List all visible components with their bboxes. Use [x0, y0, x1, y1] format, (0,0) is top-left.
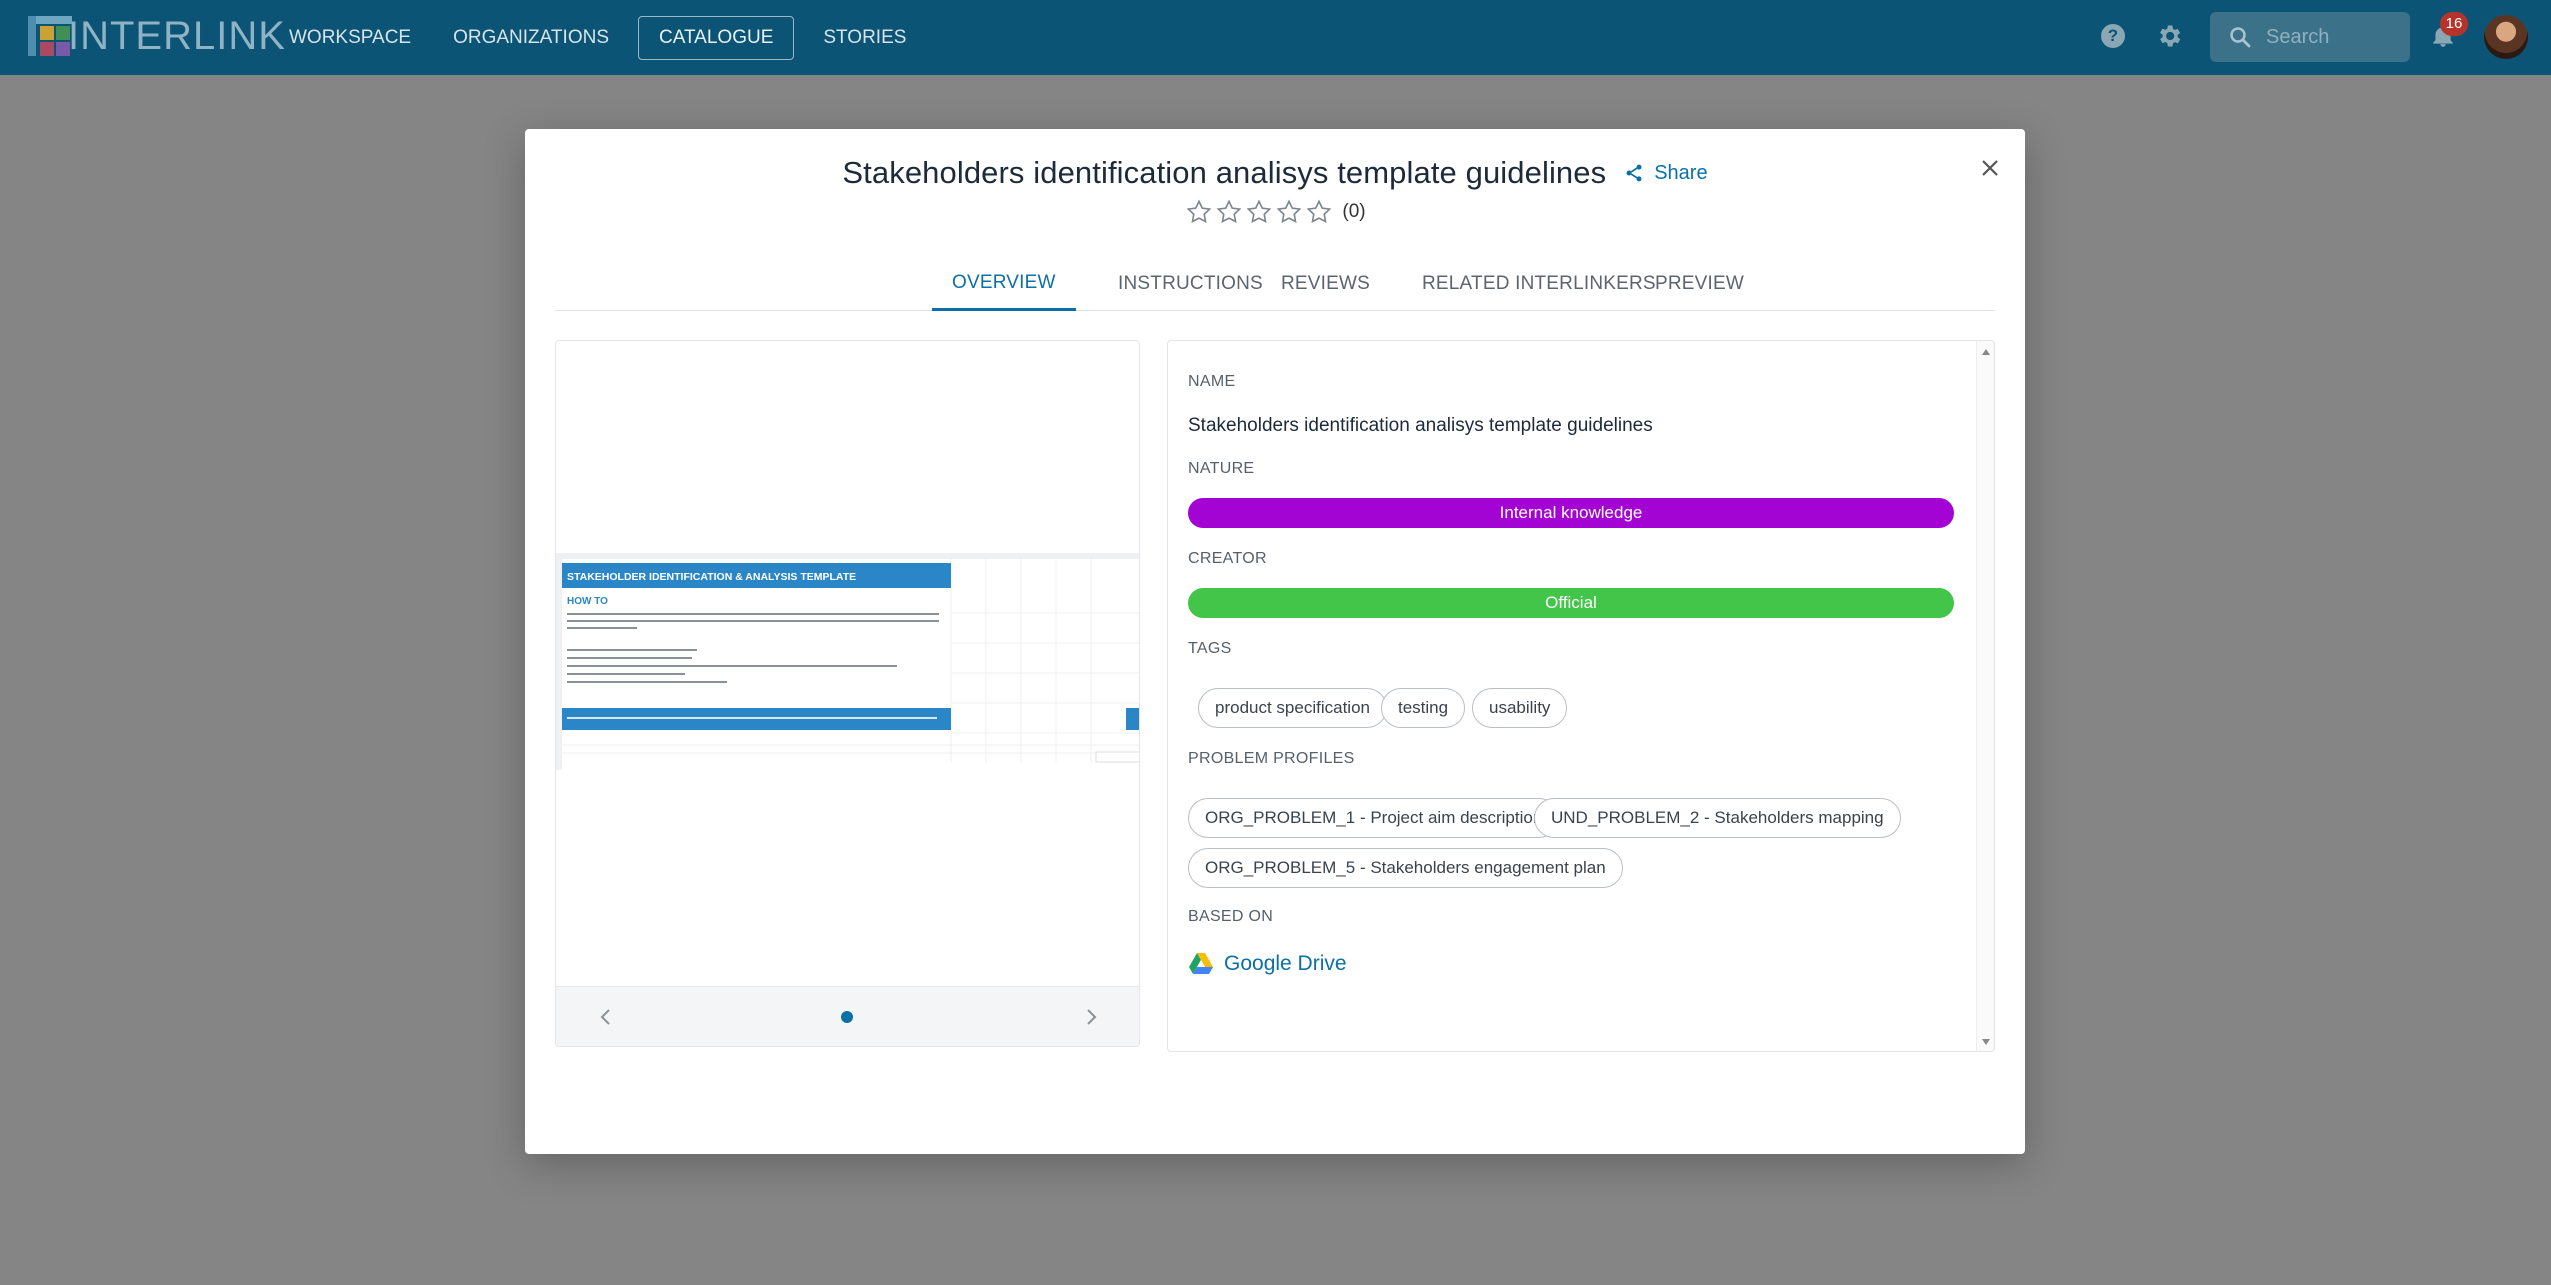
logo-mark-icon	[28, 14, 72, 58]
star-icon[interactable]	[1214, 197, 1244, 227]
star-rating[interactable]	[1184, 197, 1334, 227]
user-avatar[interactable]	[2484, 15, 2528, 59]
chevron-left-icon[interactable]	[594, 1005, 618, 1029]
detail-tabs: OVERVIEW INSTRUCTIONS REVIEWS RELATED IN…	[555, 257, 1995, 311]
tab-reviews[interactable]: REVIEWS	[1261, 257, 1390, 311]
spreadsheet-thumbnail: STAKEHOLDER IDENTIFICATION & ANALYSIS TE…	[556, 553, 1139, 770]
problem-profiles-label: PROBLEM PROFILES	[1188, 750, 1355, 767]
nav-catalogue[interactable]: CATALOGUE	[638, 15, 795, 60]
notification-badge: 16	[2440, 12, 2468, 36]
nav-organizations[interactable]: ORGANIZATIONS	[432, 16, 630, 60]
search-icon	[2230, 27, 2251, 48]
slide-heading: STAKEHOLDER IDENTIFICATION & ANALYSIS TE…	[567, 571, 856, 583]
chevron-right-icon[interactable]	[1079, 1005, 1103, 1029]
star-icon[interactable]	[1184, 197, 1214, 227]
search-box[interactable]	[2210, 12, 2410, 62]
search-input[interactable]	[2266, 25, 2396, 49]
nav-workspace[interactable]: WORKSPACE	[268, 16, 432, 60]
problem-profile-chip[interactable]: UND_PROBLEM_2 - Stakeholders mapping	[1534, 798, 1901, 838]
share-label: Share	[1654, 161, 1708, 184]
carousel-controls	[556, 986, 1139, 1046]
share-icon	[1626, 164, 1642, 182]
title-row: Stakeholders identification analisys tem…	[525, 155, 2025, 191]
star-icon[interactable]	[1274, 197, 1304, 227]
nature-label: NATURE	[1188, 460, 1255, 477]
tab-overview[interactable]: OVERVIEW	[932, 257, 1076, 311]
star-icon[interactable]	[1304, 197, 1334, 227]
star-icon[interactable]	[1244, 197, 1274, 227]
interlink-logo[interactable]: INTERLINK	[28, 10, 286, 62]
preview-slide-image: STAKEHOLDER IDENTIFICATION & ANALYSIS TE…	[556, 553, 1139, 770]
problem-profile-chip[interactable]: ORG_PROBLEM_1 - Project aim description	[1188, 798, 1560, 838]
share-button[interactable]: Share	[1624, 161, 1708, 185]
help-icon[interactable]: ?	[2101, 24, 2125, 48]
based-on-value: Google Drive	[1224, 952, 1347, 975]
overview-details-panel: NAME Stakeholders identification analisy…	[1167, 340, 1995, 1052]
rating-row: (0)	[525, 197, 2025, 227]
creator-label: CREATOR	[1188, 550, 1267, 567]
tab-instructions[interactable]: INSTRUCTIONS	[1098, 257, 1283, 311]
tag-chip[interactable]: testing	[1381, 688, 1466, 728]
problem-profile-chip[interactable]: ORG_PROBLEM_5 - Stakeholders engagement …	[1188, 848, 1623, 888]
tag-chip[interactable]: product specification	[1198, 688, 1387, 728]
scroll-up-icon[interactable]	[1982, 349, 1990, 355]
top-navigation-bar: INTERLINK WORKSPACE ORGANIZATIONS CATALO…	[0, 0, 2551, 75]
creator-badge: Official	[1188, 588, 1954, 618]
rating-count: (0)	[1342, 201, 1366, 222]
based-on-label: BASED ON	[1188, 908, 1274, 925]
tags-label: TAGS	[1188, 640, 1232, 657]
nature-badge: Internal knowledge	[1188, 498, 1954, 528]
details-scrollbar[interactable]	[1976, 341, 1994, 1051]
logo-text: INTERLINK	[68, 13, 286, 58]
google-drive-icon	[1189, 953, 1213, 974]
based-on-link[interactable]: Google Drive	[1188, 952, 1347, 976]
main-nav: WORKSPACE ORGANIZATIONS CATALOGUE STORIE…	[268, 0, 927, 75]
interlinker-detail-dialog: Stakeholders identification analisys tem…	[525, 129, 2025, 1154]
nav-stories[interactable]: STORIES	[802, 16, 927, 60]
carousel-dot[interactable]	[841, 1011, 853, 1023]
tag-chip[interactable]: usability	[1472, 688, 1568, 728]
preview-carousel: STAKEHOLDER IDENTIFICATION & ANALYSIS TE…	[555, 340, 1140, 1047]
slide-subheading: HOW TO	[567, 596, 608, 607]
name-value: Stakeholders identification analisys tem…	[1188, 415, 1653, 436]
tab-preview[interactable]: PREVIEW	[1635, 257, 1764, 311]
name-label: NAME	[1188, 373, 1236, 390]
dialog-title: Stakeholders identification analisys tem…	[842, 155, 1607, 190]
scroll-down-icon[interactable]	[1982, 1039, 1990, 1045]
gear-icon[interactable]	[2155, 22, 2183, 50]
